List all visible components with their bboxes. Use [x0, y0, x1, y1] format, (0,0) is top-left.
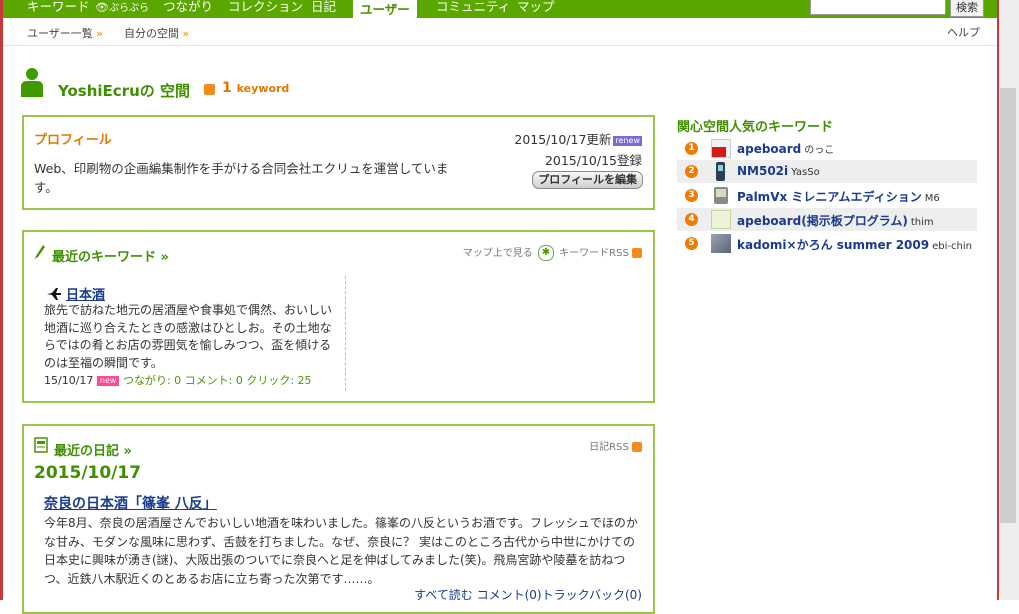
sub-navigation: ユーザー一覧 » 自分の空間 » ヘルプ — [3, 19, 997, 46]
edit-profile-button[interactable]: プロフィールを編集 — [532, 171, 643, 189]
renew-badge: renew — [613, 135, 642, 146]
nav-community[interactable]: コミュニティ — [436, 0, 510, 18]
rank-badge: 3 — [685, 189, 698, 202]
keyword-item-meta: 15/10/17 new つながり: 0 コメント: 0 クリック: 25 — [44, 374, 312, 387]
rank-badge: 2 — [685, 165, 698, 178]
apeboard-logo-icon — [711, 139, 731, 158]
diary-rss[interactable]: 日記RSS — [589, 438, 642, 453]
rss-icon[interactable] — [632, 442, 642, 452]
recent-diary-box: 最近の日記 » 日記RSS 2015/10/17 奈良の日本酒「篠峯 八反」 今… — [22, 424, 655, 614]
keyword-item-title[interactable]: 日本酒 — [66, 284, 105, 303]
popular-item[interactable]: 2 NM502i YasSo — [677, 160, 977, 183]
airplane-icon — [47, 288, 61, 300]
search-button[interactable]: 検索 — [950, 0, 984, 17]
photo-thumb-icon — [711, 234, 731, 253]
popular-keyword[interactable]: NM502i — [737, 164, 788, 178]
profile-text: Web、印刷物の企画編集制作を手がける合同会社エクリュを運営しています。 — [34, 161, 449, 195]
popular-keyword[interactable]: PalmVx ミレニアムエディション — [737, 190, 922, 204]
divider — [345, 276, 346, 391]
vertical-scrollbar[interactable] — [999, 0, 1019, 600]
nav-keyword[interactable]: キーワード — [27, 0, 90, 18]
scrollbar-thumb[interactable] — [1000, 88, 1016, 523]
map-link[interactable]: マップ上で見る — [463, 248, 533, 259]
new-badge: new — [96, 376, 120, 386]
profile-updated-date: 2015/10/17更新 renew — [514, 132, 642, 147]
nav-connections[interactable]: つながり — [163, 0, 213, 18]
keyword-rss-link[interactable]: キーワードRSS — [559, 248, 629, 259]
popular-user[interactable]: のっこ — [804, 145, 834, 156]
diary-date: 2015/10/17 — [34, 463, 142, 483]
search-input[interactable] — [810, 0, 946, 15]
diary-links: すべて読む コメント(0)トラックバック(0) — [414, 586, 642, 603]
keyword-item-description: 旅先で訪ねた地元の居酒屋や食事処で偶然、おいしい地酒に巡り合えたときの感激はひと… — [44, 303, 333, 370]
comments-count[interactable]: コメント: 0 — [185, 374, 243, 387]
nav-purapura[interactable]: 👁ぷらぷら — [95, 0, 149, 18]
crumb-my-space[interactable]: 自分の空間 » — [124, 25, 189, 41]
nav-diary[interactable]: 日記 — [311, 0, 336, 18]
nav-collection[interactable]: コレクション — [228, 0, 303, 18]
pencil-icon — [35, 245, 45, 259]
profile-registered-date: 2015/10/15登録 — [544, 153, 642, 168]
board-thumb-icon — [711, 210, 731, 229]
window-frame-left — [0, 0, 3, 600]
popular-item[interactable]: 1 apeboard のっこ — [677, 137, 977, 160]
popular-keyword[interactable]: kadomi×かろん summer 2009 — [737, 238, 929, 252]
recent-diary-title[interactable]: 最近の日記 » — [54, 440, 132, 459]
diary-icon — [34, 437, 48, 453]
popular-user[interactable]: M6 — [925, 193, 940, 204]
popular-user[interactable]: thim — [911, 217, 934, 228]
pda-icon — [711, 186, 731, 205]
phone-icon — [711, 162, 731, 181]
eye-icon: 👁 — [95, 1, 109, 14]
nav-map[interactable]: マップ — [517, 0, 555, 18]
page-title: YoshiEcruの 空間 — [58, 82, 190, 100]
profile-box: プロフィール 2015/10/17更新 renew 2015/10/15登録 プロ… — [22, 115, 655, 210]
rank-badge: 4 — [685, 213, 698, 226]
rank-badge: 1 — [685, 142, 698, 155]
rss-icon[interactable] — [632, 248, 642, 258]
help-link[interactable]: ヘルプ — [947, 24, 980, 40]
crumb-user-list[interactable]: ユーザー一覧 » — [27, 25, 103, 41]
popular-user[interactable]: YasSo — [791, 167, 820, 178]
keyword-tools: マップ上で見る ✱ キーワードRSS — [463, 244, 642, 261]
popular-item[interactable]: 5 kadomi×かろん summer 2009 ebi-chin — [677, 232, 977, 255]
profile-title: プロフィール — [34, 133, 112, 148]
connections-count[interactable]: つながり: 0 — [123, 374, 181, 387]
diary-entry-title[interactable]: 奈良の日本酒「篠峯 八反」 — [44, 493, 217, 513]
popular-keywords-title: 関心空間人気のキーワード — [677, 120, 834, 135]
keyword-count[interactable]: 1 keyword — [222, 80, 289, 96]
top-navigation: キーワード 👁ぷらぷら つながり コレクション 日記 ユーザー コミュニティ マ… — [3, 0, 997, 19]
popular-user[interactable]: ebi-chin — [932, 241, 972, 252]
rank-badge: 5 — [685, 237, 698, 250]
popular-item[interactable]: 4 apeboard(掲示板プログラム) thim — [677, 208, 977, 231]
recent-keywords-box: 最近のキーワード » マップ上で見る ✱ キーワードRSS 日本酒 旅先で訪ねた… — [22, 230, 655, 403]
popular-keyword[interactable]: apeboard(掲示板プログラム) — [737, 214, 908, 228]
recent-keywords-title[interactable]: 最近のキーワード » — [52, 246, 169, 265]
nav-users[interactable]: ユーザー — [353, 0, 417, 19]
clicks-count: クリック: 25 — [246, 374, 312, 387]
rss-icon[interactable] — [204, 84, 215, 95]
globe-icon: ✱ — [537, 245, 554, 261]
diary-body: 今年8月、奈良の居酒屋さんでおいしい地酒を味わいました。篠峯の八反というお酒です… — [44, 516, 638, 586]
popular-item[interactable]: 3 PalmVx ミレニアムエディション M6 — [677, 184, 977, 207]
popular-keyword[interactable]: apeboard — [737, 142, 801, 156]
person-icon — [21, 68, 43, 97]
